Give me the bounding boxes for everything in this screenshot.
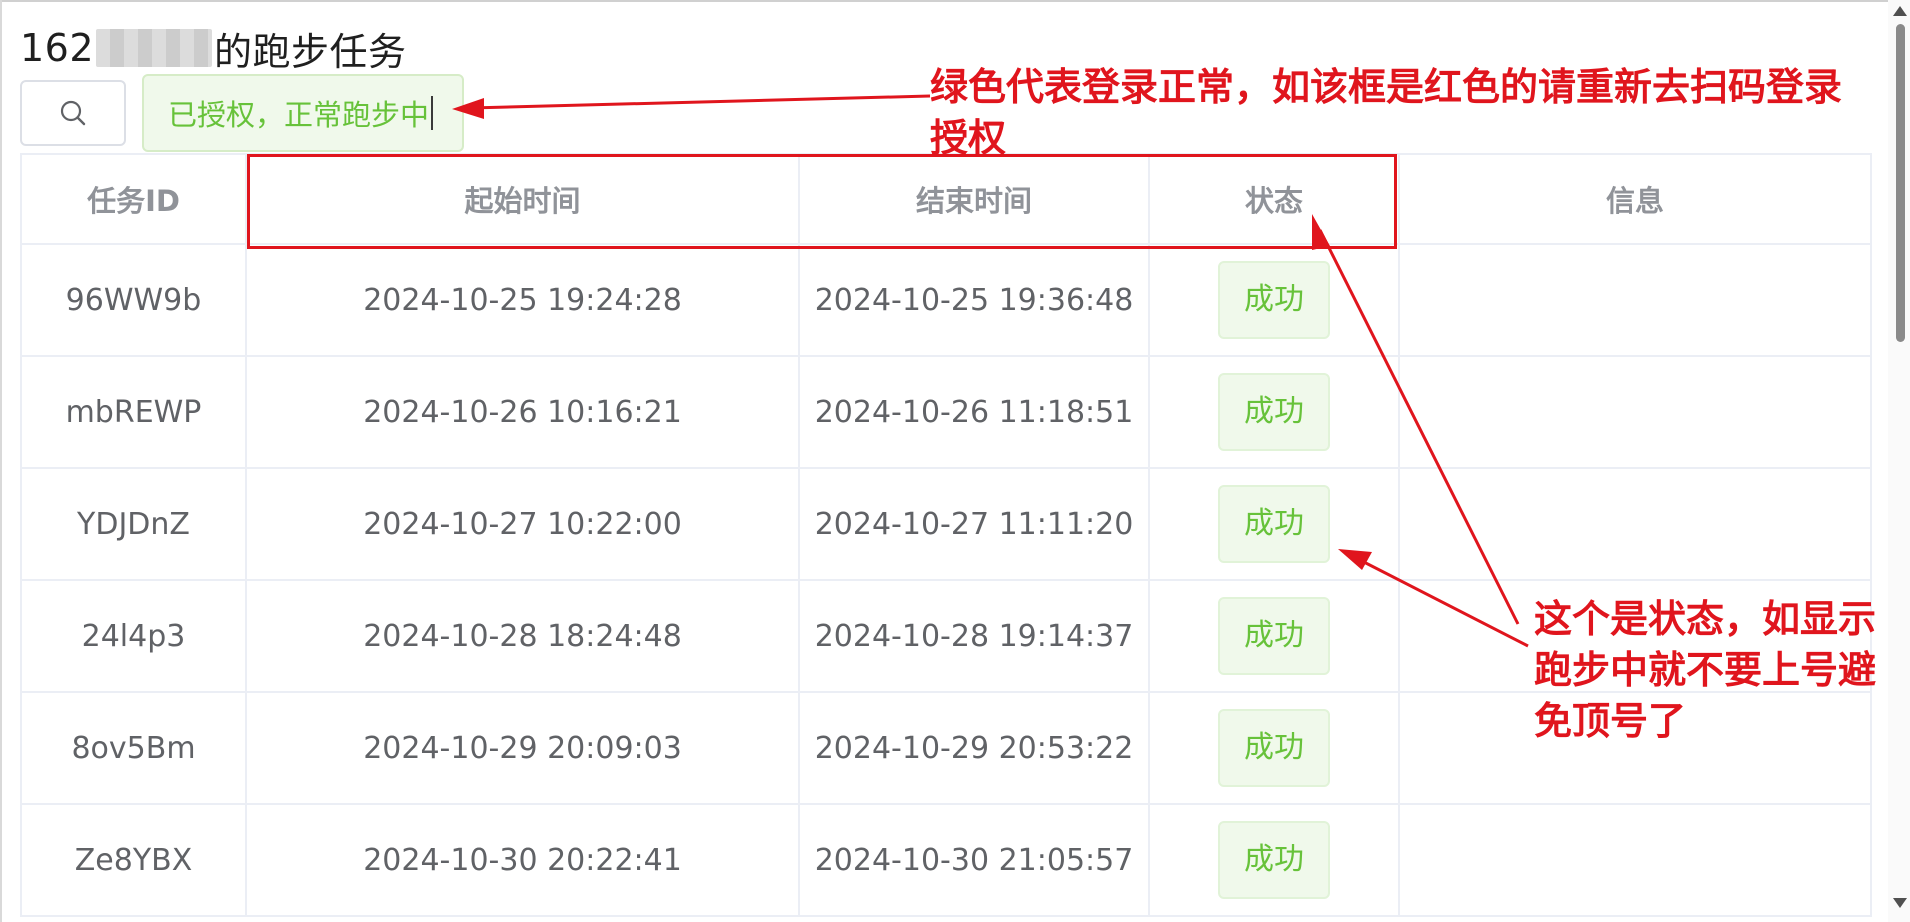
run-task-table: 任务ID 起始时间 结束时间 状态 信息 96WW9b 2024-10-25 1… [20,153,1872,917]
scroll-up-arrow-icon[interactable] [1893,6,1907,16]
status-cell: 成功 [1148,355,1400,469]
table-row: YDJDnZ 2024-10-27 10:22:00 2024-10-27 11… [20,467,1872,581]
task-id-cell: 96WW9b [20,243,247,357]
window-top-border [0,0,1910,2]
task-id-cell: Ze8YBX [20,803,247,917]
status-cell: 成功 [1148,467,1400,581]
status-badge: 成功 [1218,709,1330,787]
start-time-cell: 2024-10-28 18:24:48 [245,579,800,693]
column-header-info[interactable]: 信息 [1398,153,1872,245]
status-badge: 成功 [1218,597,1330,675]
end-time-cell: 2024-10-28 19:14:37 [798,579,1150,693]
info-cell [1398,355,1872,469]
page-title: 162 的跑步任务 [20,20,407,76]
start-time-cell: 2024-10-30 20:22:41 [245,803,800,917]
scroll-down-arrow-icon[interactable] [1893,898,1907,908]
page-title-suffix: 的跑步任务 [214,29,407,74]
task-id-cell: mbREWP [20,355,247,469]
column-header-status[interactable]: 状态 [1148,153,1400,245]
annotation-note-login: 绿色代表登录正常，如该框是红色的请重新去扫码登录授权 [930,65,1843,160]
arrow-to-status-box [452,94,931,119]
screenshot-stage: 162 的跑步任务 已授权，正常跑步中 任务ID 起始时间 结束时间 状态 信息 [0,0,1910,922]
info-cell [1398,243,1872,357]
end-time-cell: 2024-10-29 20:53:22 [798,691,1150,805]
column-header-end-time[interactable]: 结束时间 [798,153,1150,245]
window-left-border [0,0,2,922]
start-time-cell: 2024-10-26 10:16:21 [245,355,800,469]
table-header-row: 任务ID 起始时间 结束时间 状态 信息 [20,153,1872,245]
end-time-cell: 2024-10-26 11:18:51 [798,355,1150,469]
table-row: Ze8YBX 2024-10-30 20:22:41 2024-10-30 21… [20,803,1872,917]
task-id-cell: 8ov5Bm [20,691,247,805]
end-time-cell: 2024-10-27 11:11:20 [798,467,1150,581]
table-row: mbREWP 2024-10-26 10:16:21 2024-10-26 11… [20,355,1872,469]
start-time-cell: 2024-10-27 10:22:00 [245,467,800,581]
scrollbar-thumb[interactable] [1896,24,1905,342]
column-header-task-id[interactable]: 任务ID [20,153,247,245]
status-badge: 成功 [1218,261,1330,339]
annotation-note-status: 这个是状态，如显示跑步中就不要上号避免顶号了 [1534,597,1877,743]
task-id-cell: YDJDnZ [20,467,247,581]
task-id-cell: 24l4p3 [20,579,247,693]
info-cell [1398,803,1872,917]
text-cursor [431,96,434,130]
status-cell: 成功 [1148,243,1400,357]
search-button[interactable] [20,80,126,146]
auth-status-text: 已授权，正常跑步中 [168,98,430,132]
status-cell: 成功 [1148,691,1400,805]
table-row: 96WW9b 2024-10-25 19:24:28 2024-10-25 19… [20,243,1872,357]
search-icon [60,100,86,126]
info-cell [1398,467,1872,581]
status-badge: 成功 [1218,821,1330,899]
page-title-prefix: 162 [20,26,95,70]
status-cell: 成功 [1148,803,1400,917]
status-cell: 成功 [1148,579,1400,693]
status-badge: 成功 [1218,373,1330,451]
end-time-cell: 2024-10-25 19:36:48 [798,243,1150,357]
status-badge: 成功 [1218,485,1330,563]
end-time-cell: 2024-10-30 21:05:57 [798,803,1150,917]
start-time-cell: 2024-10-29 20:09:03 [245,691,800,805]
redacted-mosaic [96,29,213,67]
column-header-start-time[interactable]: 起始时间 [245,153,800,245]
auth-status-box[interactable]: 已授权，正常跑步中 [142,74,464,152]
start-time-cell: 2024-10-25 19:24:28 [245,243,800,357]
